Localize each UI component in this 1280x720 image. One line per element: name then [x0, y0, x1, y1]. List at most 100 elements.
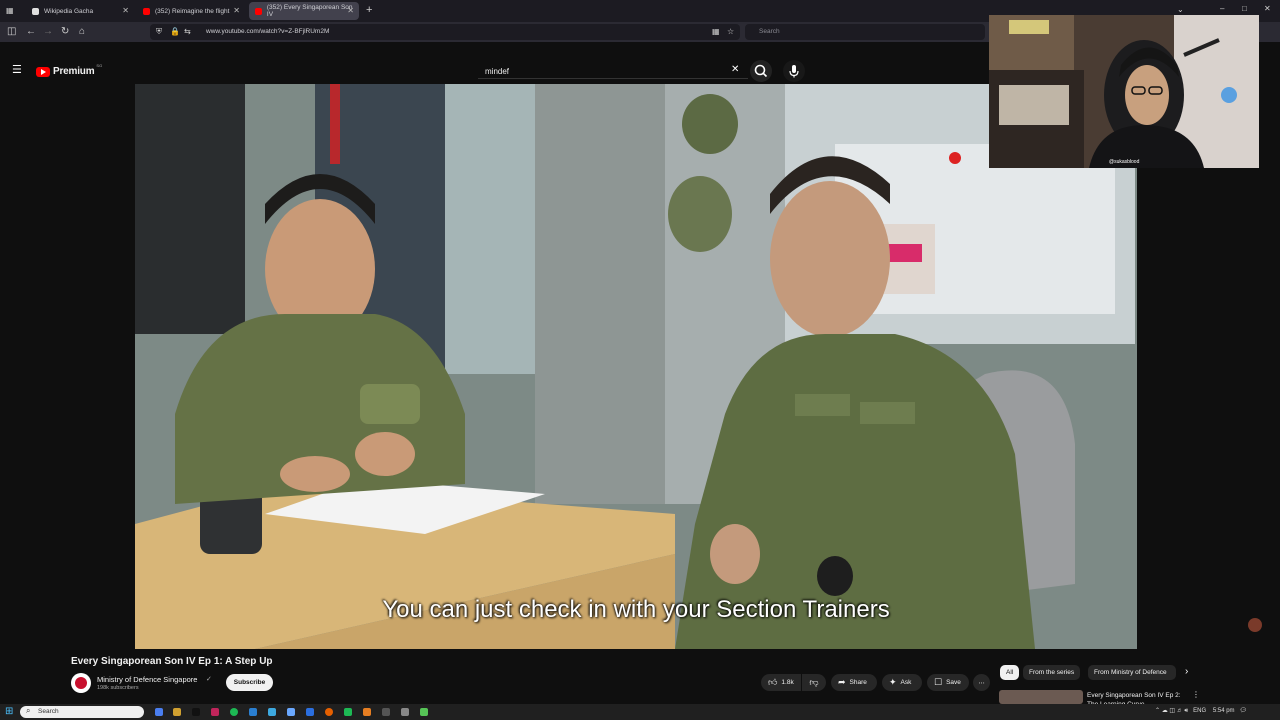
more-icon: ⋯: [978, 679, 985, 687]
youtube-play-icon: [36, 66, 50, 77]
youtube-favicon-icon: [255, 7, 262, 15]
verified-icon: ✓: [206, 676, 212, 683]
forward-icon[interactable]: →: [43, 26, 53, 38]
tray-icons: ⌃ ☁ ◫ ♬ 🔊︎: [1155, 708, 1192, 714]
app-icon[interactable]: [363, 708, 371, 716]
search-icon: [754, 64, 768, 78]
app-icon[interactable]: [287, 708, 295, 716]
minimize-icon[interactable]: –: [1220, 3, 1224, 15]
voice-search-button[interactable]: [783, 60, 805, 82]
search-button[interactable]: [750, 60, 772, 82]
save-button[interactable]: ☐ Save: [927, 674, 969, 691]
address-bar[interactable]: ⛨ 🔒 ⇆ www.youtube.com/watch?v=Z-BFjlRUm2…: [150, 24, 740, 40]
language-indicator[interactable]: ENG: [1193, 708, 1206, 714]
search-query[interactable]: mindef: [485, 67, 509, 76]
webcam-overlay: @sukasblood: [989, 15, 1259, 168]
shield-icon[interactable]: ⛨: [156, 26, 162, 38]
permissions-icon[interactable]: ⇆: [184, 26, 191, 38]
logo-text: Premium: [53, 66, 95, 77]
related-video-thumbnail[interactable]: [999, 690, 1083, 704]
taskbar-search[interactable]: Search: [20, 706, 144, 718]
streamer-handle: @sukasblood: [1109, 159, 1140, 165]
webcam-feed-image: [989, 15, 1259, 168]
app-icon[interactable]: [344, 708, 352, 716]
clock[interactable]: 5:54 pm: [1213, 708, 1235, 714]
windows-start-icon[interactable]: ⊞: [5, 707, 13, 717]
tab-list-icon[interactable]: ▦: [6, 5, 14, 17]
thumbs-up-icon: 👍︎: [768, 677, 778, 687]
dislike-button[interactable]: 👎︎: [802, 674, 826, 691]
chip-from-series[interactable]: From the series: [1023, 665, 1081, 680]
like-button[interactable]: 👍︎ 1.8k: [761, 674, 801, 691]
browser-search-field[interactable]: Search: [745, 24, 985, 40]
tab-label: (352) Reimagine the flight: [155, 7, 230, 15]
like-count: 1.8k: [781, 679, 794, 686]
sidebar-icon[interactable]: ◫: [7, 26, 16, 38]
app-icon[interactable]: [173, 708, 181, 716]
share-label: Share: [849, 679, 867, 686]
tab-reimagine-flight[interactable]: (352) Reimagine the flight ✕: [137, 2, 245, 20]
spotify-icon[interactable]: [230, 708, 238, 716]
youtube-favicon-icon: [143, 7, 150, 15]
app-icon[interactable]: [192, 708, 200, 716]
chevron-right-icon[interactable]: ›: [1185, 666, 1188, 678]
firefox-icon[interactable]: [325, 708, 333, 716]
taskbar-search-label: Search: [38, 708, 59, 715]
bookmark-star-icon[interactable]: ☆: [727, 26, 734, 38]
video-player[interactable]: You can just check in with your Section …: [135, 84, 1137, 649]
back-icon[interactable]: ←: [26, 26, 36, 38]
system-tray[interactable]: ⌃ ☁ ◫ ♬ 🔊︎ ENG 5:54 pm 💬︎: [1155, 707, 1247, 715]
close-tab-icon[interactable]: ✕: [347, 6, 354, 15]
close-tab-icon[interactable]: ✕: [233, 6, 240, 15]
url-text[interactable]: www.youtube.com/watch?v=Z-BFjlRUm2M: [206, 28, 329, 35]
subscribe-button[interactable]: Subscribe: [226, 674, 273, 691]
channel-name[interactable]: Ministry of Defence Singapore: [97, 675, 197, 684]
app-icon[interactable]: [211, 708, 219, 716]
tab-label: (352) Every Singaporean Son IV: [266, 4, 353, 18]
emote-button[interactable]: [1248, 618, 1262, 632]
app-icon[interactable]: [382, 708, 390, 716]
close-tab-icon[interactable]: ✕: [122, 6, 129, 15]
youtube-search-input[interactable]: mindef: [478, 63, 748, 79]
translate-icon[interactable]: ▦: [712, 26, 720, 38]
ask-button[interactable]: ✦ Ask: [882, 674, 922, 691]
microphone-icon: [789, 65, 799, 78]
share-button[interactable]: ➦ Share: [831, 674, 877, 691]
clear-search-icon[interactable]: ✕: [731, 64, 739, 76]
ask-label: Ask: [900, 679, 912, 686]
sparkle-icon: ✦: [889, 677, 897, 687]
lock-icon[interactable]: 🔒: [170, 26, 180, 38]
app-icon[interactable]: [420, 708, 428, 716]
tab-every-singaporean-son[interactable]: (352) Every Singaporean Son IV ✕: [249, 2, 359, 20]
chip-from-ministry[interactable]: From Ministry of Defence: [1088, 665, 1176, 680]
app-icon[interactable]: [249, 708, 257, 716]
app-icon[interactable]: [268, 708, 276, 716]
region-badge: SG: [96, 63, 103, 68]
tab-wikipedia-gacha[interactable]: Wikipedia Gacha ✕: [26, 2, 134, 20]
home-icon[interactable]: ⌂: [79, 26, 85, 38]
tab-label: Wikipedia Gacha: [44, 7, 94, 15]
wikipedia-favicon-icon: [32, 7, 39, 15]
new-tab-button[interactable]: +: [366, 4, 372, 16]
share-icon: ➦: [838, 677, 846, 687]
thumbs-down-icon: 👎︎: [809, 677, 819, 687]
video-subtitle: You can just check in with your Section …: [382, 596, 890, 623]
channel-avatar[interactable]: [71, 673, 91, 693]
chip-all[interactable]: All: [1000, 665, 1020, 680]
video-frame-image: [135, 84, 1137, 649]
maximize-icon[interactable]: □: [1242, 3, 1247, 15]
save-label: Save: [946, 679, 961, 686]
video-title: Every Singaporean Son IV Ep 1: A Step Up: [71, 656, 273, 667]
browser-search-placeholder: Search: [759, 28, 780, 35]
app-icon[interactable]: [401, 708, 409, 716]
reload-icon[interactable]: ↻: [61, 26, 69, 38]
related-video-title[interactable]: Every Singaporean Son IV Ep 2: The Learn…: [1087, 691, 1187, 704]
more-vertical-icon[interactable]: ⋮: [1192, 689, 1200, 701]
close-window-icon[interactable]: ✕: [1264, 3, 1271, 15]
menu-icon[interactable]: ☰: [12, 64, 22, 76]
copilot-icon[interactable]: [155, 708, 163, 716]
youtube-premium-logo[interactable]: Premium SG: [36, 63, 103, 77]
app-icon[interactable]: [306, 708, 314, 716]
windows-taskbar: ⊞ Search ⌃ ☁ ◫ ♬ 🔊︎ ENG 5:54 pm 💬︎: [0, 704, 1280, 720]
more-actions-button[interactable]: ⋯: [973, 674, 990, 691]
